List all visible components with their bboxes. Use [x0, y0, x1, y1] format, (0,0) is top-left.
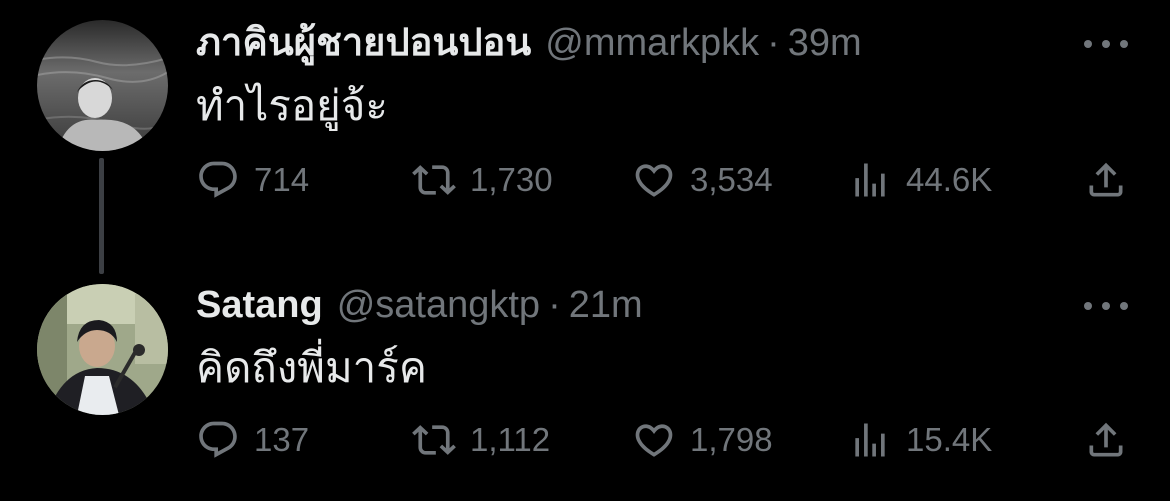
avatar-photo	[37, 20, 168, 151]
tweet[interactable]: Satang @satangktp · 21m คิดถึงพี่มาร์ค 1…	[0, 262, 1170, 501]
views-button[interactable]: 15.4K	[848, 416, 992, 464]
tweet-header: ภาคินผู้ชายปอนปอน @mmarkpkk · 39m	[196, 20, 1070, 66]
retweet-button[interactable]: 1,730	[412, 156, 553, 204]
tweet[interactable]: ภาคินผู้ชายปอนปอน @mmarkpkk · 39m ทำไรอย…	[0, 0, 1170, 274]
action-bar: 714 1,730 3,534 44.6K	[196, 156, 1136, 204]
display-name[interactable]: ภาคินผู้ชายปอนปอน	[196, 20, 531, 66]
share-button[interactable]	[1084, 156, 1128, 204]
share-icon	[1084, 158, 1128, 202]
thread-line	[99, 158, 104, 274]
like-button[interactable]: 1,798	[632, 416, 773, 464]
avatar[interactable]	[37, 20, 168, 151]
reply-count: 137	[254, 421, 310, 458]
share-button[interactable]	[1084, 416, 1128, 464]
like-count: 1,798	[690, 421, 773, 458]
timestamp[interactable]: 39m	[788, 20, 862, 66]
view-count: 15.4K	[906, 421, 993, 458]
view-count: 44.6K	[906, 161, 993, 198]
timestamp[interactable]: 21m	[569, 282, 643, 328]
views-icon	[848, 158, 892, 202]
tweet-text: ทำไรอยู่จ้ะ	[196, 82, 388, 129]
like-count: 3,534	[690, 161, 773, 198]
share-icon	[1084, 418, 1128, 462]
views-icon	[848, 418, 892, 462]
reply-icon	[196, 418, 240, 462]
action-bar: 137 1,112 1,798 15.4K	[196, 416, 1136, 464]
like-button[interactable]: 3,534	[632, 156, 773, 204]
separator: ·	[548, 284, 561, 326]
avatar-photo	[37, 284, 168, 415]
avatar[interactable]	[37, 284, 168, 415]
heart-icon	[632, 418, 676, 462]
retweet-button[interactable]: 1,112	[412, 416, 550, 464]
retweet-icon	[412, 158, 456, 202]
more-icon[interactable]	[1084, 296, 1128, 316]
views-button[interactable]: 44.6K	[848, 156, 992, 204]
reply-icon	[196, 158, 240, 202]
reply-count: 714	[254, 161, 310, 198]
user-handle[interactable]: @mmarkpkk	[545, 20, 759, 66]
display-name[interactable]: Satang	[196, 282, 323, 328]
tweet-header: Satang @satangktp · 21m	[196, 282, 1070, 328]
retweet-icon	[412, 418, 456, 462]
user-handle[interactable]: @satangktp	[337, 282, 540, 328]
retweet-count: 1,730	[470, 161, 553, 198]
tweet-text: คิดถึงพี่มาร์ค	[196, 344, 427, 391]
heart-icon	[632, 158, 676, 202]
separator: ·	[767, 22, 780, 64]
reply-button[interactable]: 714	[196, 156, 309, 204]
retweet-count: 1,112	[470, 421, 551, 458]
reply-button[interactable]: 137	[196, 416, 309, 464]
more-icon[interactable]	[1084, 34, 1128, 54]
